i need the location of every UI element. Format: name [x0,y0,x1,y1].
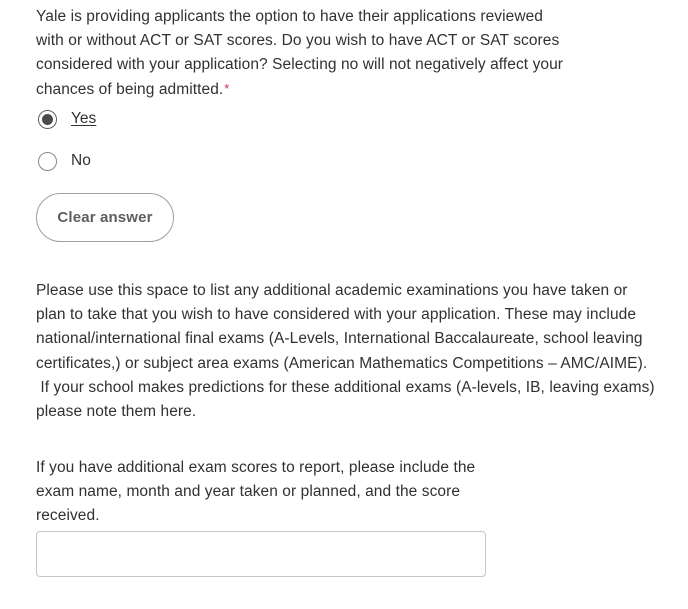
radio-button-no-icon[interactable] [38,151,57,171]
choice-row-no[interactable]: No [36,147,96,175]
clear-answer-button[interactable]: Clear answer [36,193,174,242]
question-title: Yale is providing applicants the option … [36,5,676,102]
choice-group[interactable]: Yes No [36,105,96,189]
description-block: Please use this space to list any additi… [36,279,676,424]
description-text: Please use this space to list any additi… [36,282,655,421]
final-prompt-text: If you have additional exam scores to re… [36,459,476,525]
final-prompt-block: If you have additional exam scores to re… [36,456,676,529]
radio-button-yes-icon[interactable] [38,109,57,129]
question-block: Yale is providing applicants the option … [36,5,676,102]
choice-label-yes[interactable]: Yes [71,109,96,129]
question-title-text: Yale is providing applicants the option … [36,8,564,98]
form-page: Yale is providing applicants the option … [0,0,688,609]
required-asterisk: * [224,80,230,96]
additional-exam-scores-input[interactable] [36,531,486,577]
choice-row-yes[interactable]: Yes [36,105,96,133]
radio-selected-dot-icon [42,113,53,125]
choice-label-no[interactable]: No [71,151,91,171]
